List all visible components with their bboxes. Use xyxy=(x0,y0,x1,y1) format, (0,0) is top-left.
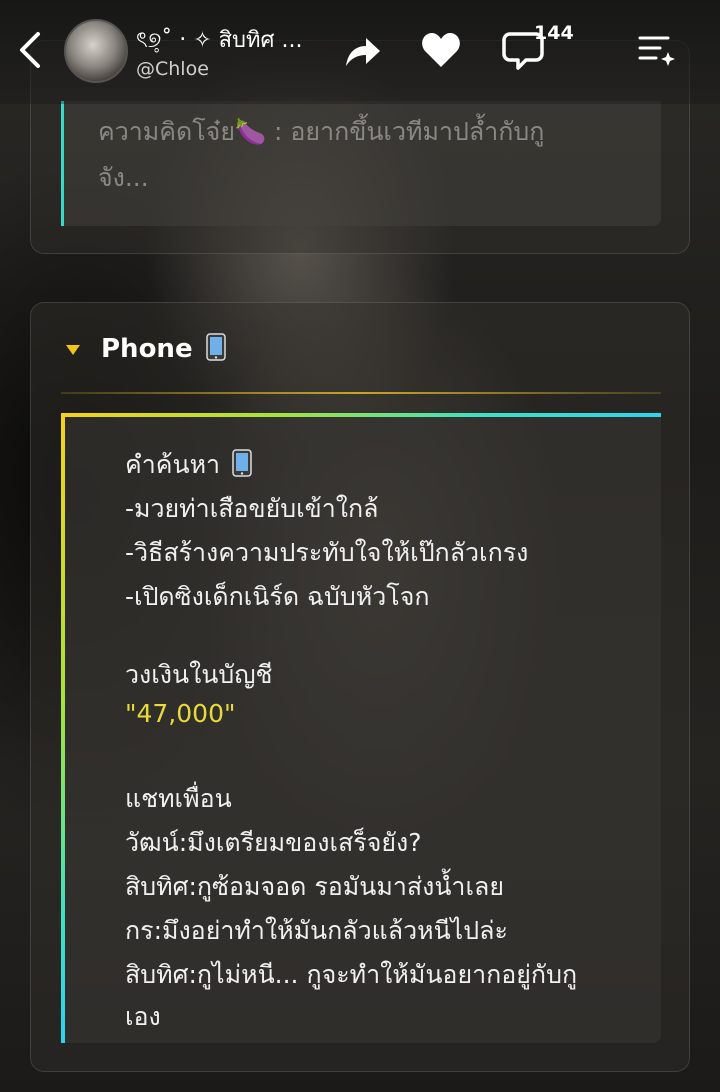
divider xyxy=(61,392,661,394)
thought-box: ความคิดโจ๋ย🍆 : อยากขึ้นเวทีมาปล้ำกับกู จ… xyxy=(61,101,661,226)
thought-text: ความคิดโจ๋ย🍆 : อยากขึ้นเวทีมาปล้ำกับกู จ… xyxy=(98,109,658,201)
author-handle[interactable]: @Chloe xyxy=(136,58,209,80)
section-title-text: Phone xyxy=(101,334,193,364)
chat-heading: แชทเพื่อน xyxy=(125,784,232,813)
phone-section-card: Phone คำค้นหา -มวยท่าเสือขยับเข้าใกล้ -ว… xyxy=(30,302,690,1072)
top-bar: ৎ୭̥˚ ‧ ✧ สิบทิศ ... @Chloe 144 xyxy=(0,0,720,104)
balance-value: "47,000" xyxy=(125,699,236,728)
share-arrow-icon[interactable] xyxy=(342,34,382,70)
chat-line: สิบทิศ:กูไม่หนี... กูจะทำให้มันอยากอยู่ก… xyxy=(125,960,578,989)
comment-count: 144 xyxy=(534,22,574,44)
mobile-phone-icon xyxy=(232,449,252,477)
search-item: -มวยท่าเสือขยับเข้าใกล้ xyxy=(125,494,379,523)
chat-line: เอง xyxy=(125,1002,161,1031)
heart-icon[interactable] xyxy=(420,30,462,70)
chat-line: กร:มึงอย่าทำให้มันกลัวแล้วหนีไปล่ะ xyxy=(125,916,508,945)
search-heading-text: คำค้นหา xyxy=(125,450,221,479)
balance-label: วงเงินในบัญชี xyxy=(125,660,273,689)
thought-line-2: จัง... xyxy=(98,163,149,192)
search-item: -เปิดซิงเด็กเนิร์ด ฉบับหัวโจก xyxy=(125,582,430,611)
collapse-caret-icon[interactable] xyxy=(65,344,81,356)
mobile-phone-icon xyxy=(205,333,226,361)
section-title[interactable]: Phone xyxy=(101,333,226,364)
chat-line: วัฒน์:มึงเตรียมของเสร็จยัง? xyxy=(125,828,422,857)
chat-line: สิบทิศ:กูซ้อมจอด รอมันมาส่งน้ำเลย xyxy=(125,872,504,901)
post-title[interactable]: ৎ୭̥˚ ‧ ✧ สิบทิศ ... xyxy=(136,22,302,60)
avatar[interactable] xyxy=(64,19,128,83)
thought-line-1: ความคิดโจ๋ย🍆 : อยากขึ้นเวทีมาปล้ำกับกู xyxy=(98,117,545,146)
menu-list-icon[interactable] xyxy=(638,32,676,70)
search-item: -วิธีสร้างความประทับใจให้เป๊กลัวเกรง xyxy=(125,538,529,567)
phone-content-box: คำค้นหา -มวยท่าเสือขยับเข้าใกล้ -วิธีสร้… xyxy=(61,413,661,1043)
back-chevron-icon[interactable] xyxy=(14,28,48,72)
search-heading: คำค้นหา xyxy=(125,445,252,485)
